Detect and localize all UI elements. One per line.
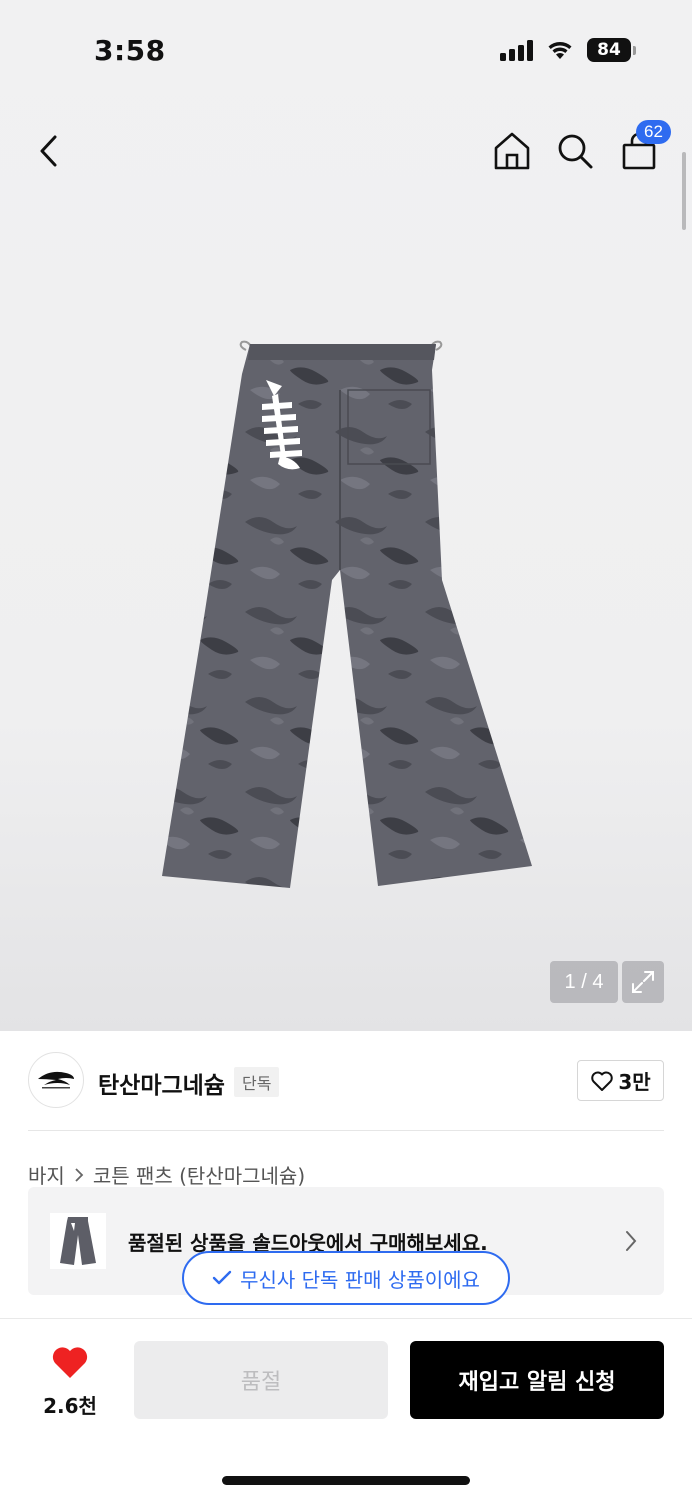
chevron-right-icon (626, 1231, 637, 1251)
battery-level: 84 (587, 38, 631, 62)
cart-count-badge: 62 (636, 120, 671, 144)
brand-name[interactable]: 탄산마그네슘 (98, 1066, 225, 1100)
wifi-icon (548, 42, 572, 59)
brand-logo[interactable] (28, 1052, 84, 1108)
breadcrumb-category[interactable]: 바지 (28, 1160, 65, 1189)
restock-alert-button[interactable]: 재입고 알림 신청 (410, 1341, 664, 1419)
exclusive-sale-pill: 무신사 단독 판매 상품이에요 (182, 1251, 510, 1305)
divider (28, 1130, 664, 1131)
signal-icon (500, 39, 533, 61)
heart-outline-icon (591, 1071, 614, 1091)
brand-like-button[interactable]: 3만 (577, 1060, 664, 1101)
status-icons: 84 (500, 38, 636, 62)
home-icon (494, 132, 530, 170)
home-button[interactable] (487, 126, 537, 176)
exclusive-sale-text: 무신사 단독 판매 상품이에요 (240, 1267, 480, 1292)
back-icon (40, 135, 57, 167)
divider (0, 1318, 692, 1319)
expand-button[interactable] (622, 961, 664, 1003)
heart-filled-icon (52, 1347, 88, 1378)
breadcrumb-subcategory[interactable]: 코튼 팬츠 (탄산마그네슘) (93, 1160, 305, 1189)
status-bar: 3:58 84 (0, 0, 692, 100)
brand-logo-icon (38, 1071, 74, 1089)
top-nav: 62 (0, 120, 692, 182)
battery-icon: 84 (587, 38, 636, 62)
product-photo (162, 340, 532, 888)
status-time: 3:58 (94, 34, 166, 67)
soldout-thumbnail (50, 1213, 106, 1269)
chevron-right-icon (75, 1167, 84, 1182)
wishlist-button[interactable]: 2.6천 (30, 1346, 110, 1419)
wishlist-count: 2.6천 (43, 1394, 97, 1418)
check-icon (212, 1270, 232, 1285)
expand-icon (632, 971, 654, 993)
soldout-button: 품절 (134, 1341, 388, 1419)
home-indicator[interactable] (222, 1476, 470, 1485)
search-icon (558, 134, 593, 169)
image-counter: 1 / 4 (550, 961, 618, 1003)
brand-like-count: 3만 (618, 1070, 651, 1094)
brand-row: 탄산마그네슘 단독 3만 (28, 1050, 664, 1112)
back-button[interactable] (24, 126, 74, 176)
cart-button[interactable]: 62 (614, 120, 671, 176)
scrollbar[interactable] (682, 152, 686, 230)
breadcrumb: 바지 코튼 팬츠 (탄산마그네슘) (28, 1160, 305, 1189)
exclusive-tag: 단독 (234, 1067, 280, 1097)
search-button[interactable] (550, 126, 600, 176)
